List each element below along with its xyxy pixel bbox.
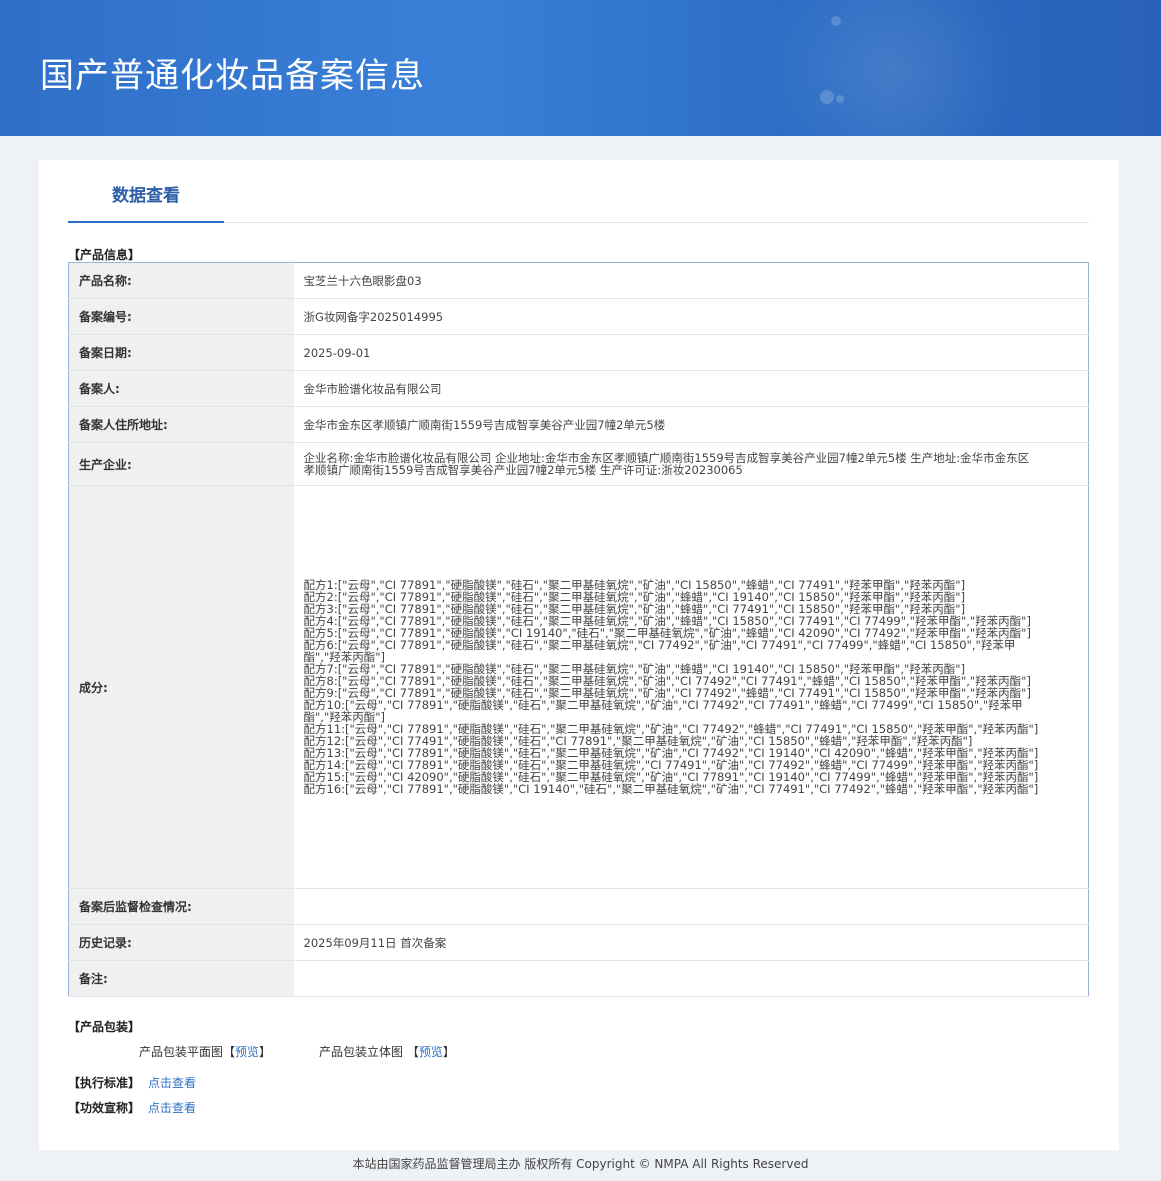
row-key: 备注: — [68, 960, 294, 997]
product-name-value: 宝芝兰十六色眼影盘03 — [293, 262, 1089, 299]
table-row: 历史记录: 2025年09月11日 首次备案 — [68, 924, 1089, 961]
table-row: 备案人: 金华市脸谱化妆品有限公司 — [68, 370, 1089, 407]
row-key: 成分: — [68, 485, 294, 889]
table-row: 产品名称: 宝芝兰十六色眼影盘03 — [68, 262, 1089, 299]
banner-dot — [820, 90, 834, 104]
table-row: 备案人住所地址: 金华市金东区孝顺镇广顺南街1559号吉成智享美谷产业园7幢2单… — [68, 406, 1089, 443]
page-title: 国产普通化妆品备案信息 — [40, 56, 425, 96]
efficacy-label: 【功效宣称】 — [68, 1101, 141, 1115]
filing-number-value: 浙G妆网备字2025014995 — [293, 298, 1089, 335]
row-key: 产品名称: — [68, 262, 294, 299]
content-panel: 数据查看 【产品信息】 产品名称: 宝芝兰十六色眼影盘03 备案编号: 浙G妆网… — [39, 160, 1119, 1150]
banner-dot — [836, 95, 844, 103]
filing-date-value: 2025-09-01 — [293, 334, 1089, 371]
tab-bar: 数据查看 — [68, 160, 1089, 223]
preview-flat-link[interactable]: 预览 — [235, 1045, 259, 1059]
table-row: 备注: — [68, 960, 1089, 997]
row-key: 备案编号: — [68, 298, 294, 335]
manufacturer-value: 企业名称:金华市脸谱化妆品有限公司 企业地址:金华市金东区孝顺镇广顺南街1559… — [293, 442, 1089, 486]
row-key: 生产企业: — [68, 442, 294, 486]
bracket: 【 — [406, 1045, 419, 1059]
row-key: 备案人住所地址: — [68, 406, 294, 443]
table-row: 生产企业: 企业名称:金华市脸谱化妆品有限公司 企业地址:金华市金东区孝顺镇广顺… — [68, 442, 1089, 486]
row-key: 备案后监督检查情况: — [68, 888, 294, 925]
remarks-value — [293, 960, 1089, 997]
packaging-solid: 产品包装立体图 【预览】 — [319, 1043, 455, 1060]
bracket: 】 — [442, 1045, 455, 1059]
product-info-label: 【产品信息】 — [68, 248, 141, 262]
formula-item: 配方10:["云母","CI 77891","硬脂酸镁","硅石","聚二甲基硅… — [303, 698, 1023, 724]
formula-list: 配方1:["云母","CI 77891","硬脂酸镁","硅石","聚二甲基硅氧… — [304, 579, 1041, 795]
banner-glow — [741, 0, 1041, 136]
table-row: 成分: 配方1:["云母","CI 77891","硬脂酸镁","硅石","聚二… — [68, 485, 1089, 889]
header-banner: 国产普通化妆品备案信息 — [0, 0, 1161, 136]
banner-dot — [831, 16, 841, 26]
packaging-flat-text: 产品包装平面图 — [139, 1045, 224, 1059]
formula-item: 配方16:["云母","CI 77891","硬脂酸镁","CI 19140",… — [303, 782, 1039, 796]
bracket: 】 — [259, 1045, 272, 1059]
formula-item: 配方6:["云母","CI 77891","硬脂酸镁","硅石","聚二甲基硅氧… — [303, 638, 1016, 664]
ingredients-value: 配方1:["云母","CI 77891","硬脂酸镁","硅石","聚二甲基硅氧… — [293, 485, 1089, 889]
packaging-label: 【产品包装】 — [68, 1020, 141, 1034]
bracket: 【 — [223, 1045, 236, 1059]
product-info-table: 产品名称: 宝芝兰十六色眼影盘03 备案编号: 浙G妆网备字2025014995… — [68, 262, 1089, 997]
row-key: 备案日期: — [68, 334, 294, 371]
efficacy-view-link[interactable]: 点击查看 — [148, 1099, 196, 1116]
preview-solid-link[interactable]: 预览 — [419, 1045, 443, 1059]
table-row: 备案日期: 2025-09-01 — [68, 334, 1089, 371]
standard-view-link[interactable]: 点击查看 — [148, 1074, 196, 1091]
filer-value: 金华市脸谱化妆品有限公司 — [293, 370, 1089, 407]
table-row: 备案编号: 浙G妆网备字2025014995 — [68, 298, 1089, 335]
table-row: 备案后监督检查情况: — [68, 888, 1089, 925]
inspection-value — [293, 888, 1089, 925]
footer: 本站由国家药品监督管理局主办 版权所有 Copyright © NMPA All… — [352, 1157, 809, 1171]
history-value: 2025年09月11日 首次备案 — [293, 924, 1089, 961]
packaging-flat: 产品包装平面图【预览】 — [139, 1043, 271, 1060]
row-key: 历史记录: — [68, 924, 294, 961]
packaging-solid-text: 产品包装立体图 — [319, 1045, 404, 1059]
tab-data-view[interactable]: 数据查看 — [68, 160, 224, 223]
filer-address-value: 金华市金东区孝顺镇广顺南街1559号吉成智享美谷产业园7幢2单元5楼 — [293, 406, 1089, 443]
standard-label: 【执行标准】 — [68, 1076, 141, 1090]
row-key: 备案人: — [68, 370, 294, 407]
